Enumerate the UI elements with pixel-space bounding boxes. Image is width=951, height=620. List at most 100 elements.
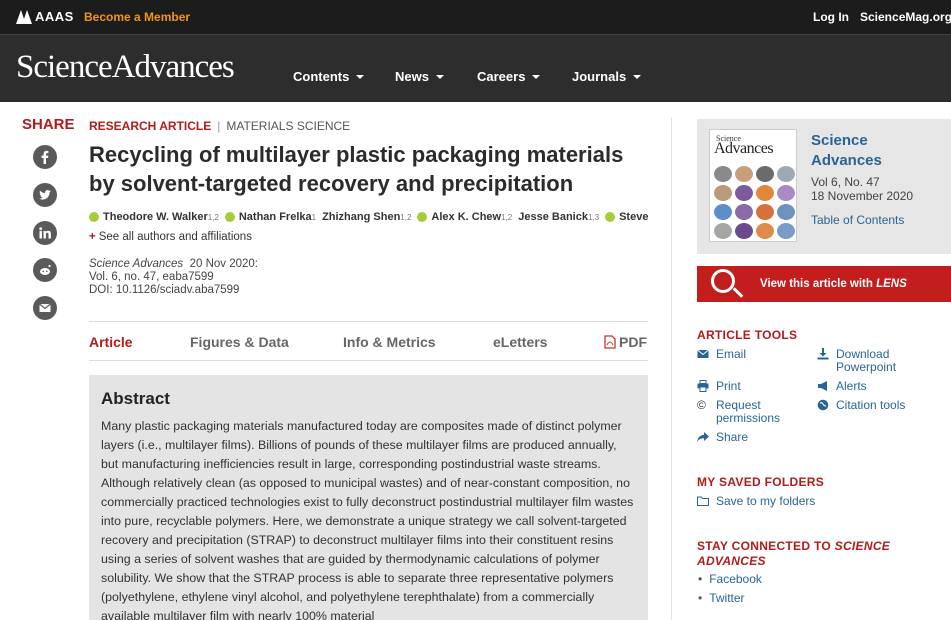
nav-news[interactable]: News bbox=[395, 69, 444, 84]
citation-tools-tool[interactable]: Citation tools bbox=[817, 399, 905, 412]
nav-journals[interactable]: Journals bbox=[572, 69, 642, 84]
nav-careers-label: Careers bbox=[477, 69, 526, 84]
printer-icon bbox=[697, 380, 709, 392]
issue-vol-number: Vol 6, No. 47 bbox=[811, 175, 880, 189]
article-type: RESEARCH ARTICLE bbox=[89, 119, 212, 133]
doi[interactable]: DOI: 10.1126/sciadv.aba7599 bbox=[89, 284, 258, 297]
author-affiliation: 1,2 bbox=[207, 212, 219, 222]
science-advances-logo[interactable]: ScienceAdvances bbox=[16, 49, 235, 86]
tab-figures-data[interactable]: Figures & Data bbox=[190, 334, 289, 350]
share-label: SHARE bbox=[22, 116, 75, 133]
current-issue-box: Science Advances Science Advances Vol 6,… bbox=[697, 119, 951, 254]
saved-folders-heading: MY SAVED FOLDERS bbox=[697, 475, 825, 489]
issue-name-line2: Advances bbox=[811, 152, 882, 169]
save-to-folders-link[interactable]: Save to my folders bbox=[697, 495, 815, 508]
author-affiliation: 1 bbox=[311, 212, 317, 222]
login-link[interactable]: Log In bbox=[813, 10, 849, 24]
issue-cover-image[interactable]: Science Advances bbox=[709, 129, 797, 242]
envelope-icon bbox=[697, 349, 709, 358]
author-item[interactable]: Jesse Banick 1,3 bbox=[518, 211, 599, 223]
alerts-tool-label: Alerts bbox=[836, 379, 867, 393]
plus-icon: + bbox=[89, 231, 96, 243]
facebook-icon[interactable] bbox=[33, 145, 57, 169]
share-tool[interactable]: Share bbox=[697, 431, 748, 444]
column-divider bbox=[671, 118, 672, 620]
orcid-icon bbox=[89, 212, 99, 222]
publish-date: 20 Nov 2020: bbox=[189, 258, 258, 270]
facebook-link[interactable]: Facebook bbox=[697, 572, 762, 586]
orcid-icon bbox=[224, 212, 235, 222]
reddit-icon[interactable] bbox=[33, 258, 57, 282]
share-tool-label: Share bbox=[716, 430, 749, 444]
site-header: ScienceAdvances Contents News Careers Jo… bbox=[0, 34, 951, 102]
author-item[interactable]: Theodore W. Walker 1,2 bbox=[89, 211, 219, 223]
orcid-icon bbox=[605, 212, 616, 222]
linkedin-icon[interactable] bbox=[33, 221, 57, 245]
author-affiliation: 1,2 bbox=[400, 212, 412, 222]
email-icon[interactable] bbox=[33, 296, 57, 320]
chevron-down-icon bbox=[356, 74, 365, 79]
author-list: Theodore W. Walker 1,2 Nathan Frelka 1 Zhi… bbox=[89, 211, 649, 223]
nav-contents[interactable]: Contents bbox=[293, 69, 365, 84]
tab-pdf[interactable]: PDF bbox=[604, 334, 647, 350]
copyright-icon: © bbox=[697, 398, 706, 412]
alerts-tool[interactable]: Alerts bbox=[817, 380, 867, 393]
tab-pdf-label: PDF bbox=[619, 334, 647, 350]
volume-info: Vol. 6, no. 47, eaba7599 bbox=[89, 271, 214, 283]
author-affiliation: 1,3 bbox=[587, 212, 600, 222]
globe-icon bbox=[817, 399, 829, 411]
twitter-link[interactable]: Twitter bbox=[697, 591, 744, 605]
print-tool[interactable]: Print bbox=[697, 380, 741, 393]
author-name: Nathan Frelka bbox=[238, 211, 312, 223]
article-section[interactable]: MATERIALS SCIENCE bbox=[226, 119, 350, 133]
sciencemag-link[interactable]: ScienceMag.org bbox=[860, 10, 951, 24]
author-item[interactable]: Alex K. Chew 1,2 bbox=[417, 211, 512, 223]
tab-eletters[interactable]: eLetters bbox=[493, 334, 547, 350]
citation-block: Science Advances 20 Nov 2020: Vol. 6, no… bbox=[89, 258, 258, 297]
author-item[interactable]: Steven ... bbox=[605, 211, 649, 223]
aaas-label: AAAS bbox=[35, 9, 74, 24]
top-bar: AAAS Become a Member Log In ScienceMag.o… bbox=[0, 0, 951, 34]
orcid-icon bbox=[417, 212, 428, 222]
author-item[interactable]: Zhizhang Shen 1,2 bbox=[322, 211, 411, 223]
author-name: Jesse Banick bbox=[518, 211, 588, 223]
aaas-logo[interactable]: AAAS bbox=[16, 9, 74, 24]
magnifier-icon bbox=[711, 269, 735, 293]
lens-button[interactable]: View this article with LENS bbox=[697, 266, 951, 302]
lens-label: View this article with LENS bbox=[760, 278, 907, 290]
see-all-label: See all authors and affiliations bbox=[98, 231, 252, 243]
tabs-bottom-divider bbox=[89, 360, 648, 361]
download-powerpoint-tool[interactable]: Download Powerpoint bbox=[817, 348, 937, 374]
share-arrow-icon bbox=[697, 432, 709, 442]
request-permissions-label: Request permissions bbox=[716, 398, 781, 425]
issue-journal-link[interactable]: Science Advances bbox=[811, 131, 882, 171]
author-name: Alex K. Chew bbox=[431, 211, 502, 223]
issue-volume: Vol 6, No. 47 18 November 2020 bbox=[811, 175, 913, 203]
author-name: Theodore W. Walker bbox=[103, 211, 208, 223]
author-name: Steven ... bbox=[619, 211, 649, 223]
folder-icon bbox=[697, 496, 709, 506]
request-permissions-tool[interactable]: © Request permissions bbox=[697, 399, 807, 425]
lens-text: View this article with bbox=[760, 278, 873, 290]
see-all-authors-link[interactable]: + See all authors and affiliations bbox=[89, 231, 252, 243]
tab-article[interactable]: Article bbox=[89, 334, 133, 350]
cover-artwork bbox=[714, 166, 795, 239]
kicker-separator: | bbox=[217, 119, 221, 133]
twitter-icon[interactable] bbox=[33, 183, 57, 207]
author-item[interactable]: Nathan Frelka 1 bbox=[224, 211, 317, 223]
table-of-contents-link[interactable]: Table of Contents bbox=[811, 213, 904, 227]
email-tool[interactable]: Email bbox=[697, 348, 746, 361]
stay-connected-prefix: STAY CONNECTED TO bbox=[697, 539, 832, 553]
become-member-link[interactable]: Become a Member bbox=[84, 10, 190, 24]
nav-careers[interactable]: Careers bbox=[477, 69, 541, 84]
email-tool-label: Email bbox=[716, 347, 747, 361]
tab-info-metrics[interactable]: Info & Metrics bbox=[343, 334, 436, 350]
abstract-heading: Abstract bbox=[101, 389, 170, 408]
chevron-down-icon bbox=[532, 74, 541, 79]
save-to-folders-label: Save to my folders bbox=[716, 494, 816, 508]
author-affiliation: 1,2 bbox=[501, 212, 513, 222]
nav-news-label: News bbox=[395, 69, 429, 84]
stay-connected-heading: STAY CONNECTED TO SCIENCE ADVANCES bbox=[697, 539, 927, 569]
nav-journals-label: Journals bbox=[572, 69, 627, 84]
author-name: Zhizhang Shen bbox=[322, 211, 401, 223]
